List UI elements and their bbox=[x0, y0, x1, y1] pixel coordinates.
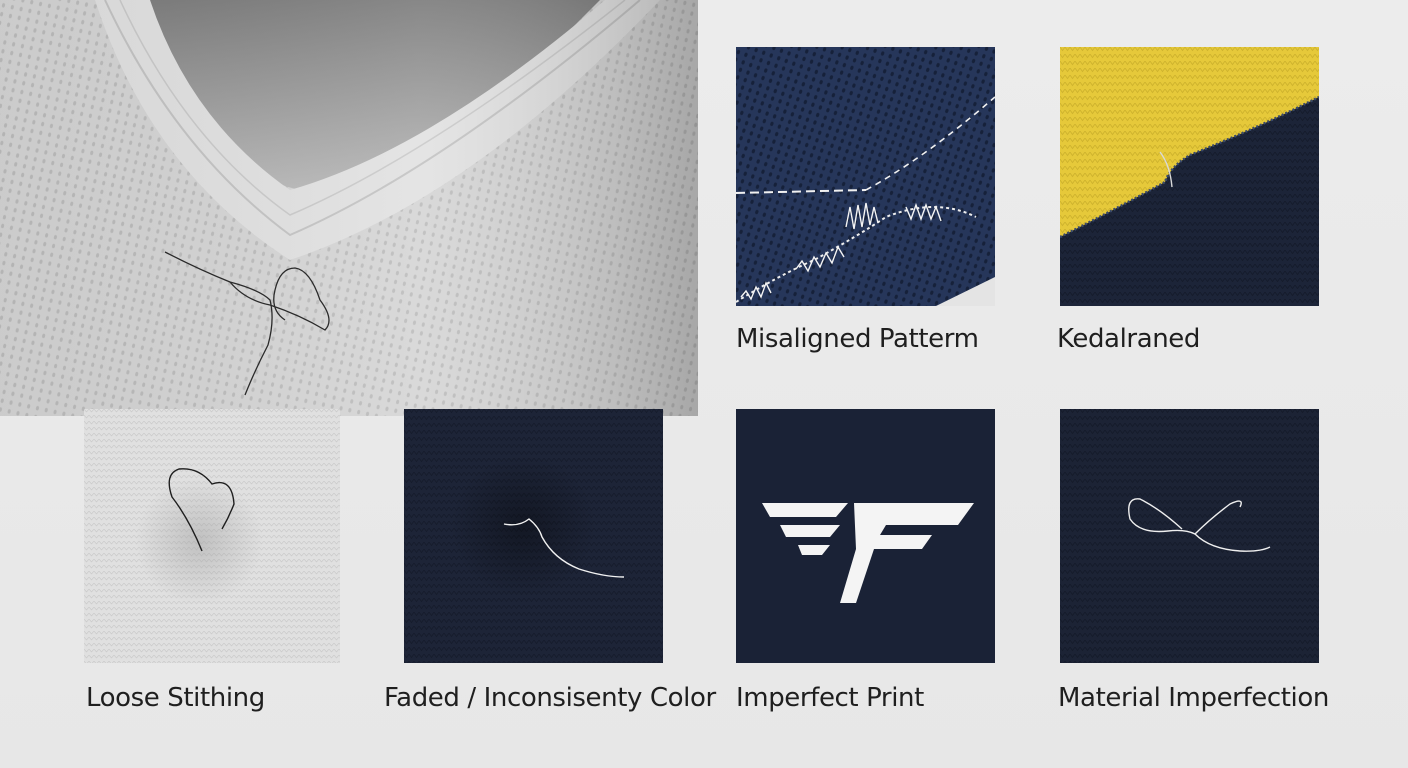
faded-color-caption: Faded / Inconsisenty Color bbox=[384, 683, 716, 713]
loose-stitching-caption: Loose Stithing bbox=[86, 683, 265, 713]
loose-stitching-photo bbox=[84, 409, 340, 663]
misaligned-pattern-photo bbox=[736, 47, 995, 306]
misaligned-pattern-caption: Misaligned Patterm bbox=[736, 324, 979, 354]
material-imperfection-caption: Material Imperfection bbox=[1058, 683, 1329, 713]
imperfect-print-photo bbox=[736, 409, 995, 663]
kedalraned-photo bbox=[1060, 47, 1319, 306]
faded-color-photo bbox=[404, 409, 663, 663]
kedalraned-caption: Kedalraned bbox=[1057, 324, 1201, 354]
material-imperfection-photo bbox=[1060, 409, 1319, 663]
imperfect-print-caption: Imperfect Print bbox=[736, 683, 924, 713]
hero-vneck-photo bbox=[0, 0, 698, 416]
